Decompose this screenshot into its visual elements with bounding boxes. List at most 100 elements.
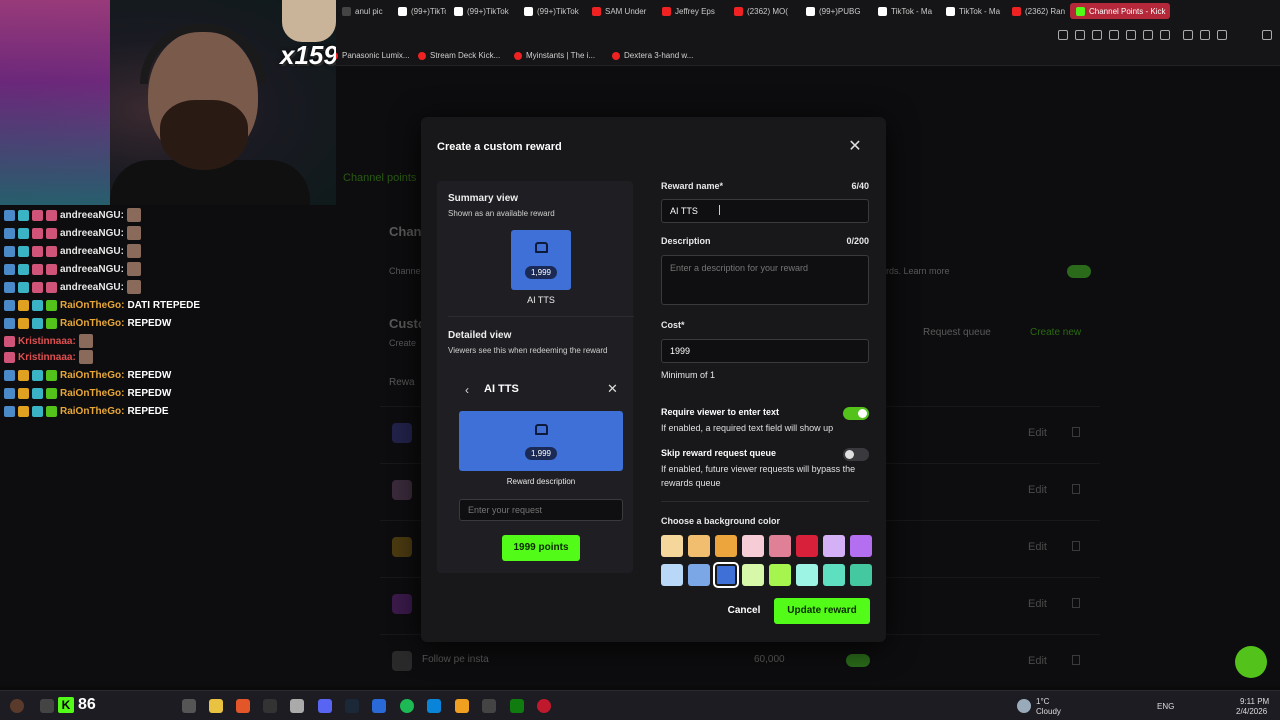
screenshot-icon[interactable] — [1092, 30, 1102, 40]
language-indicator[interactable]: ENG — [1157, 702, 1174, 711]
chat-username[interactable]: RaiOnTheGo: — [60, 318, 124, 329]
folder-icon[interactable] — [209, 699, 223, 713]
browser-tab[interactable]: (99+)TikTok — [392, 3, 446, 19]
trash-icon[interactable] — [1072, 655, 1080, 665]
box-icon[interactable] — [1183, 30, 1193, 40]
color-swatch[interactable] — [796, 564, 818, 586]
chat-username[interactable]: andreeaNGU: — [60, 228, 124, 239]
nav-channel-points[interactable]: Channel points — [343, 172, 416, 184]
bookmark-item[interactable]: Dextera 3-hand w... — [612, 51, 693, 60]
task-view-icon[interactable] — [182, 699, 196, 713]
chat-username[interactable]: RaiOnTheGo: — [60, 300, 124, 311]
download-icon[interactable] — [1217, 30, 1227, 40]
learn-more-link[interactable]: rds. Learn more — [886, 266, 950, 276]
brave-icon[interactable] — [236, 699, 250, 713]
color-swatch[interactable] — [769, 535, 791, 557]
color-swatch[interactable] — [823, 564, 845, 586]
steam-icon[interactable] — [345, 699, 359, 713]
browser-tab[interactable]: (99+)PUBG — [800, 3, 870, 19]
bookmark-item[interactable]: Panasonic Lumix... — [330, 51, 410, 60]
color-swatch[interactable] — [796, 535, 818, 557]
color-swatch[interactable] — [661, 564, 683, 586]
clock-time[interactable]: 9:11 PM — [1240, 697, 1269, 706]
color-swatch[interactable] — [688, 535, 710, 557]
color-swatch[interactable] — [850, 564, 872, 586]
browser-tab[interactable]: Channel Points - Kick — [1070, 3, 1170, 19]
send-icon[interactable] — [1200, 30, 1210, 40]
xbox-icon[interactable] — [510, 699, 524, 713]
chat-username[interactable]: andreeaNGU: — [60, 246, 124, 257]
chat-badge-icon — [32, 227, 43, 239]
heart-icon[interactable] — [1160, 30, 1170, 40]
create-new-button[interactable]: Create new — [1030, 327, 1081, 338]
color-swatch[interactable] — [742, 564, 764, 586]
app-icon[interactable] — [263, 699, 277, 713]
channel-points-toggle[interactable] — [1067, 265, 1091, 278]
cost-input[interactable] — [661, 339, 869, 363]
edge-icon[interactable] — [427, 699, 441, 713]
search-icon[interactable] — [40, 699, 54, 713]
chat-username[interactable]: Kristinnaaa: — [18, 352, 76, 363]
color-swatch[interactable] — [715, 535, 737, 557]
browser-tab[interactable]: TikTok - Ma — [940, 3, 1004, 19]
pin-icon[interactable] — [1075, 30, 1085, 40]
edit-button[interactable]: Edit — [1028, 541, 1047, 553]
browser-tab[interactable]: anul pic — [336, 3, 390, 19]
color-swatch[interactable] — [769, 564, 791, 586]
chat-username[interactable]: andreeaNGU: — [60, 282, 124, 293]
play-icon[interactable] — [1143, 30, 1153, 40]
settings-icon[interactable] — [482, 699, 496, 713]
color-swatch[interactable] — [713, 562, 739, 588]
browser-tab[interactable]: TikTok - Ma — [872, 3, 938, 19]
trash-icon[interactable] — [1072, 598, 1080, 608]
opera-icon[interactable] — [537, 699, 551, 713]
browser-tab[interactable]: (2362) MO( — [728, 3, 798, 19]
color-swatch[interactable] — [850, 535, 872, 557]
bookmark-item[interactable]: Stream Deck Kick... — [418, 51, 500, 60]
trash-icon[interactable] — [1072, 484, 1080, 494]
cancel-button[interactable]: Cancel — [720, 600, 768, 622]
description-input[interactable] — [661, 255, 869, 305]
color-swatch[interactable] — [688, 564, 710, 586]
edit-button[interactable]: Edit — [1028, 655, 1047, 667]
shield-icon[interactable] — [1109, 30, 1119, 40]
edit-button[interactable]: Edit — [1028, 484, 1047, 496]
trash-icon[interactable] — [1072, 541, 1080, 551]
notepad-icon[interactable] — [290, 699, 304, 713]
browser-tab[interactable]: (99+)TikTok — [448, 3, 516, 19]
browser-tab[interactable]: (2362) Ran — [1006, 3, 1068, 19]
reward-name-input[interactable] — [661, 199, 869, 223]
reward-toggle[interactable] — [846, 654, 870, 667]
close-icon[interactable]: ✕ — [843, 137, 867, 157]
update-reward-button[interactable]: Update reward — [774, 598, 870, 624]
skip-queue-toggle[interactable] — [843, 448, 869, 461]
color-swatch[interactable] — [661, 535, 683, 557]
extension-icon[interactable] — [1126, 30, 1136, 40]
require-text-toggle[interactable] — [843, 407, 869, 420]
menu-icon[interactable] — [1262, 30, 1272, 40]
clock-date[interactable]: 2/4/2026 — [1236, 707, 1267, 716]
browser-tab[interactable]: Jeffrey Eps — [656, 3, 726, 19]
color-swatch[interactable] — [742, 535, 764, 557]
bookmark-item[interactable]: Myinstants | The i... — [514, 51, 595, 60]
r-app-icon[interactable] — [455, 699, 469, 713]
edit-button[interactable]: Edit — [1028, 427, 1047, 439]
spotify-icon[interactable] — [400, 699, 414, 713]
chat-username[interactable]: andreeaNGU: — [60, 264, 124, 275]
zoom-icon[interactable] — [1058, 30, 1068, 40]
browser-tab[interactable]: SAM Under — [586, 3, 654, 19]
request-queue-button[interactable]: Request queue — [923, 327, 991, 338]
edit-button[interactable]: Edit — [1028, 598, 1047, 610]
tab-label: (2362) MO( — [747, 6, 788, 16]
trash-icon[interactable] — [1072, 427, 1080, 437]
browser-tab[interactable]: (99+)TikTok — [518, 3, 584, 19]
chat-username[interactable]: Kristinnaaa: — [18, 336, 76, 347]
chat-username[interactable]: RaiOnTheGo: — [60, 370, 124, 381]
color-swatch[interactable] — [823, 535, 845, 557]
kick-app-icon[interactable] — [372, 699, 386, 713]
discord-icon[interactable] — [318, 699, 332, 713]
chat-username[interactable]: andreeaNGU: — [60, 210, 124, 221]
chat-username[interactable]: RaiOnTheGo: — [60, 388, 124, 399]
chat-username[interactable]: RaiOnTheGo: — [60, 406, 124, 417]
help-chat-button[interactable] — [1235, 646, 1267, 678]
